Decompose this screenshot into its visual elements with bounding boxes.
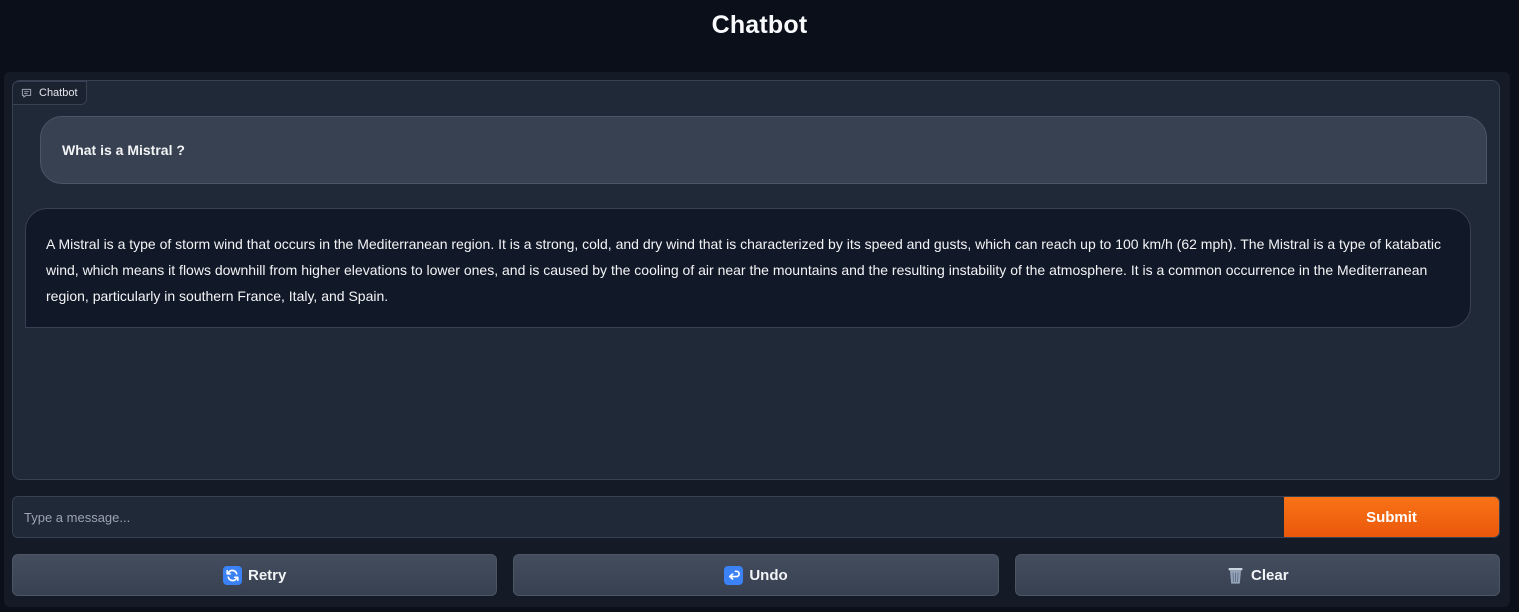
chatbot-label-text: Chatbot xyxy=(39,87,78,99)
undo-button[interactable]: Undo xyxy=(513,554,999,596)
message-input[interactable] xyxy=(13,497,1284,537)
bot-message-text: A Mistral is a type of storm wind that o… xyxy=(46,236,1441,304)
return-arrow-icon xyxy=(724,565,744,585)
chat-bubble-icon xyxy=(21,88,32,99)
retry-label: Retry xyxy=(247,566,287,584)
clear-label: Clear xyxy=(1251,566,1289,584)
user-message: What is a Mistral ? xyxy=(40,116,1487,184)
page-header: Chatbot xyxy=(0,0,1519,50)
clear-button[interactable]: Clear xyxy=(1014,554,1500,596)
refresh-icon xyxy=(222,565,242,585)
retry-button[interactable]: Retry xyxy=(12,554,498,596)
undo-label: Undo xyxy=(749,566,788,584)
chatbot-label: Chatbot xyxy=(12,81,87,105)
wastebasket-icon xyxy=(1226,566,1245,585)
page-title: Chatbot xyxy=(711,10,808,39)
bot-message: A Mistral is a type of storm wind that o… xyxy=(25,208,1471,328)
user-message-text: What is a Mistral ? xyxy=(62,142,185,158)
message-input-row: Submit xyxy=(12,496,1500,538)
action-buttons: Retry Undo Clear xyxy=(12,554,1500,596)
submit-button[interactable]: Submit xyxy=(1284,497,1499,537)
